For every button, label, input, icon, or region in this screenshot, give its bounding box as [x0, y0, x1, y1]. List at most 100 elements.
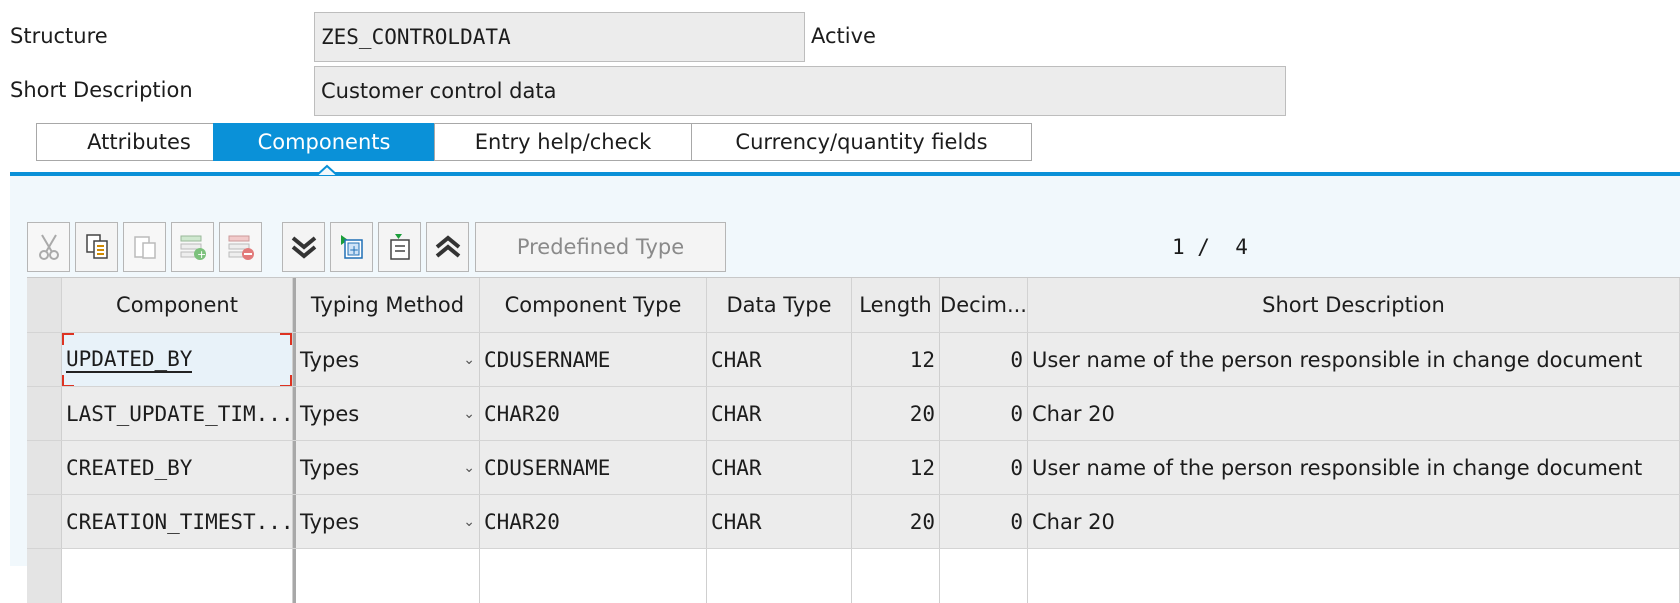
svg-text:+: + [197, 248, 206, 261]
tab-entry-help-check[interactable]: Entry help/check [434, 123, 692, 161]
column-header-decimals[interactable]: Decim... [940, 278, 1028, 332]
tab-currency-quantity-fields[interactable]: Currency/quantity fields [691, 123, 1032, 161]
typing-method-select[interactable]: Types ⌄ [293, 387, 480, 441]
insert-include-icon: + [340, 235, 363, 259]
svg-text:+: + [349, 243, 359, 257]
column-header-component-type[interactable]: Component Type [480, 278, 707, 332]
short-description-input[interactable]: Customer control data [314, 66, 1286, 116]
column-header-data-type[interactable]: Data Type [707, 278, 852, 332]
tab-entry-help-check-label: Entry help/check [474, 130, 652, 154]
double-chevron-down-icon [291, 236, 316, 259]
predefined-type-button[interactable]: Predefined Type [475, 222, 726, 272]
components-table: Component Typing Method Component Type D… [27, 277, 1680, 603]
empty-table-row [27, 548, 1680, 603]
column-header-length[interactable]: Length [852, 278, 940, 332]
data-type-cell[interactable]: CHAR [707, 387, 852, 441]
component-type-cell[interactable]: CDUSERNAME [480, 333, 707, 387]
short-description-cell[interactable]: User name of the person responsible in c… [1028, 333, 1680, 387]
decimals-cell[interactable]: 0 [940, 495, 1028, 549]
component-value: UPDATED_BY [66, 347, 193, 373]
short-description-cell[interactable]: Char 20 [1028, 387, 1680, 441]
typing-method-value: Types [300, 348, 360, 372]
focus-corner-icon [280, 333, 292, 345]
component-type-cell[interactable]: CHAR20 [480, 387, 707, 441]
decimals-cell[interactable]: 0 [940, 333, 1028, 387]
structure-input[interactable]: ZES_CONTROLDATA [314, 12, 805, 62]
tab-attributes-label: Attributes [87, 130, 191, 154]
row-selector[interactable] [27, 549, 62, 603]
table-header: Component Typing Method Component Type D… [27, 278, 1680, 332]
tab-currency-quantity-fields-label: Currency/quantity fields [735, 130, 988, 154]
chevron-down-icon: ⌄ [463, 514, 475, 530]
typing-method-select[interactable]: Types ⌄ [293, 441, 480, 495]
paste-button[interactable] [123, 222, 166, 272]
tab-components-label: Components [257, 130, 391, 154]
decimals-cell[interactable] [940, 549, 1028, 603]
table-row: LAST_UPDATE_TIM... Types ⌄ CHAR20 CHAR 2… [27, 386, 1680, 441]
length-cell[interactable]: 20 [852, 495, 940, 549]
scissors-icon [38, 234, 59, 260]
length-cell[interactable] [852, 549, 940, 603]
structure-label: Structure [10, 24, 108, 48]
row-selector[interactable] [27, 441, 62, 495]
component-cell[interactable]: CREATION_TIMEST... [62, 495, 293, 549]
active-tab-indicator-icon [316, 164, 338, 176]
component-type-cell[interactable]: CHAR20 [480, 495, 707, 549]
delete-row-icon [228, 235, 254, 260]
pager-text: 1 / 4 [1172, 235, 1248, 259]
table-row: CREATED_BY Types ⌄ CDUSERNAME CHAR 12 0 … [27, 440, 1680, 495]
component-cell[interactable]: UPDATED_BY [62, 333, 293, 387]
typing-method-value: Types [300, 402, 360, 426]
tab-underline [10, 172, 1680, 176]
data-type-cell[interactable]: CHAR [707, 333, 852, 387]
component-cell[interactable]: CREATED_BY [62, 441, 293, 495]
collapse-all-button[interactable] [426, 222, 469, 272]
insert-row-button[interactable]: + [171, 222, 214, 272]
typing-method-select[interactable]: Types ⌄ [293, 495, 480, 549]
chevron-down-icon: ⌄ [463, 460, 475, 476]
column-header-typing-method[interactable]: Typing Method [293, 278, 480, 332]
data-type-cell[interactable]: CHAR [707, 495, 852, 549]
paste-icon [133, 236, 156, 259]
decimals-cell[interactable]: 0 [940, 387, 1028, 441]
insert-include-button[interactable]: + [330, 222, 373, 272]
copy-button[interactable] [75, 222, 118, 272]
row-selector[interactable] [27, 387, 62, 441]
include-structure-icon [389, 234, 410, 260]
table-row: CREATION_TIMEST... Types ⌄ CHAR20 CHAR 2… [27, 494, 1680, 549]
tab-components[interactable]: Components [213, 123, 435, 161]
typing-method-select[interactable]: Types ⌄ [293, 333, 480, 387]
row-selector-header[interactable] [27, 278, 62, 332]
row-selector[interactable] [27, 495, 62, 549]
copy-icon [85, 234, 108, 259]
column-header-short-description[interactable]: Short Description [1028, 278, 1680, 332]
component-cell[interactable] [62, 549, 293, 603]
focus-corner-icon [62, 333, 74, 345]
short-description-label: Short Description [10, 78, 193, 102]
delete-row-button[interactable] [219, 222, 262, 272]
short-description-cell[interactable]: Char 20 [1028, 495, 1680, 549]
data-type-cell[interactable] [707, 549, 852, 603]
typing-method-cell[interactable] [293, 549, 480, 603]
decimals-cell[interactable]: 0 [940, 441, 1028, 495]
tab-attributes[interactable]: Attributes [36, 123, 214, 161]
length-cell[interactable]: 12 [852, 441, 940, 495]
table-row: UPDATED_BY Types ⌄ CDUSERNAME CHAR 12 0 … [27, 332, 1680, 387]
component-type-cell[interactable]: CDUSERNAME [480, 441, 707, 495]
cut-button[interactable] [27, 222, 70, 272]
expand-all-button[interactable] [282, 222, 325, 272]
typing-method-value: Types [300, 456, 360, 480]
short-description-cell[interactable] [1028, 549, 1680, 603]
data-type-cell[interactable]: CHAR [707, 441, 852, 495]
row-selector[interactable] [27, 333, 62, 387]
component-cell[interactable]: LAST_UPDATE_TIM... [62, 387, 293, 441]
short-description-cell[interactable]: User name of the person responsible in c… [1028, 441, 1680, 495]
component-type-cell[interactable] [480, 549, 707, 603]
double-chevron-up-icon [435, 235, 460, 258]
length-cell[interactable]: 12 [852, 333, 940, 387]
column-header-component[interactable]: Component [62, 278, 293, 332]
chevron-down-icon: ⌄ [463, 352, 475, 368]
typing-method-value: Types [300, 510, 360, 534]
include-structure-button[interactable] [378, 222, 421, 272]
length-cell[interactable]: 20 [852, 387, 940, 441]
